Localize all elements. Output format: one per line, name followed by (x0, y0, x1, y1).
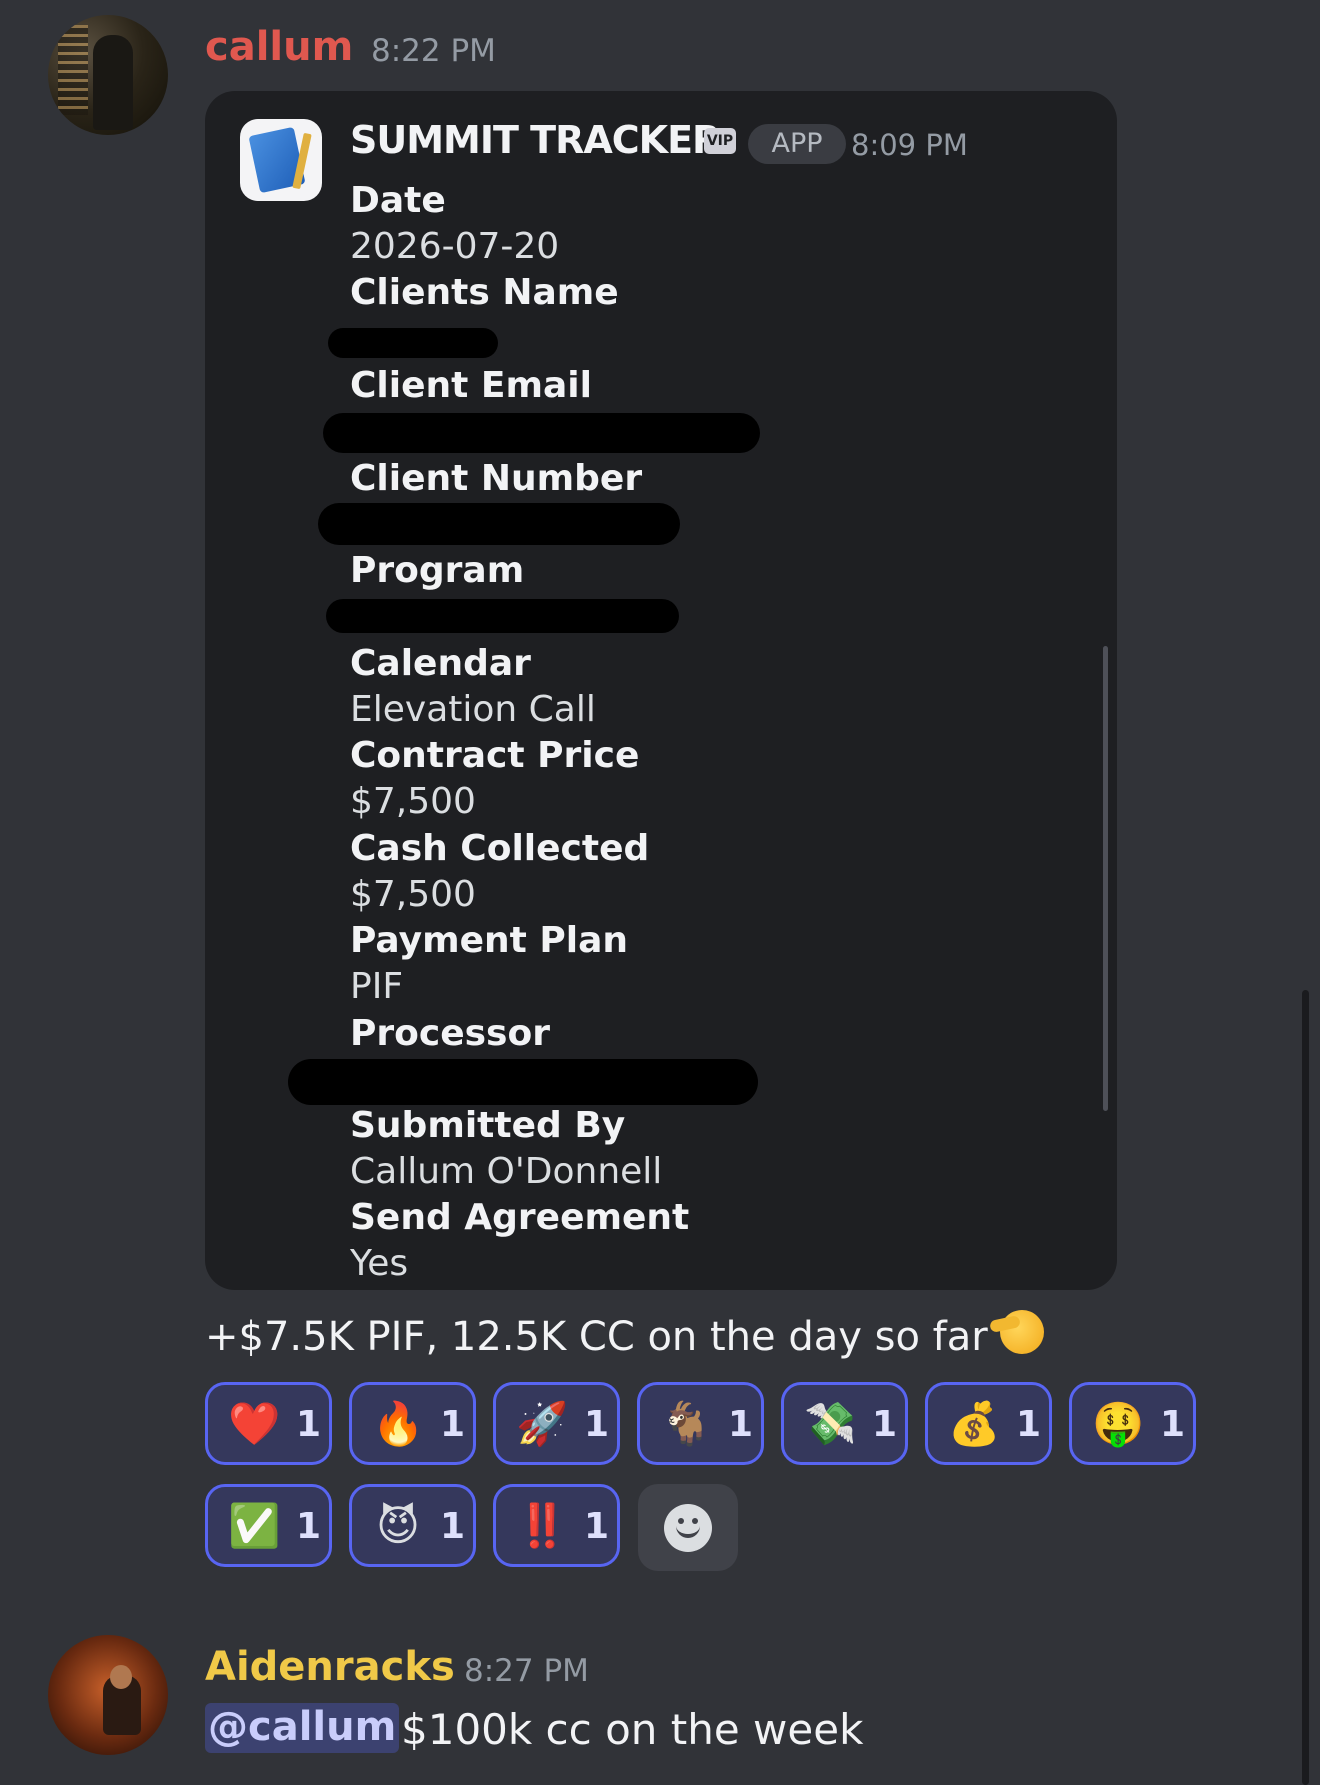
message-author[interactable]: callum (205, 27, 353, 67)
aidenracks-avatar[interactable] (48, 1635, 168, 1755)
vip-badge: VIP (704, 128, 736, 154)
reaction-check-mark-button[interactable]: ✅ 1 (205, 1484, 332, 1567)
reaction-count: 1 (584, 1506, 610, 1547)
message-text: $100k cc on the week (401, 1705, 864, 1754)
reaction-money-mouth-face[interactable]: 🤑 1 (1069, 1382, 1196, 1465)
field-label-calendar: Calendar (350, 643, 531, 684)
reaction-money-bag[interactable]: 💰 1 (925, 1382, 1052, 1465)
app-name[interactable]: SUMMIT TRACKER (350, 121, 721, 159)
field-value-payment-plan: PIF (350, 966, 404, 1007)
field-label-client-email: Client Email (350, 365, 592, 406)
summit-tracker-embed: SUMMIT TRACKER VIP APP 8:09 PM Date 2026… (205, 91, 1117, 1290)
field-label-cash-collected: Cash Collected (350, 828, 650, 869)
reaction-count: 1 (440, 1506, 466, 1547)
callum-avatar[interactable] (48, 15, 168, 135)
reaction-count: 1 (1160, 1404, 1186, 1445)
embed-scrollbar[interactable] (1103, 646, 1108, 1111)
field-label-clients-name: Clients Name (350, 272, 619, 313)
money-mouth-face-icon: 🤑 (1092, 1399, 1145, 1448)
reaction-count: 1 (872, 1404, 898, 1445)
add-reaction-button[interactable] (638, 1484, 738, 1571)
goat-icon: 🐐 (660, 1399, 713, 1448)
reaction-count: 1 (296, 1404, 322, 1445)
message-timestamp: 8:22 PM (371, 33, 496, 69)
field-value-calendar: Elevation Call (350, 689, 596, 730)
reaction-smiling-devil[interactable]: 😈 1 (349, 1484, 476, 1567)
reaction-goat[interactable]: 🐐 1 (637, 1382, 764, 1465)
chat-scrollbar[interactable] (1302, 990, 1309, 1785)
message-text-content: +$7.5K PIF, 12.5K CC on the day so far (205, 1314, 988, 1360)
field-label-date: Date (350, 180, 446, 221)
reaction-count: 1 (1016, 1404, 1042, 1445)
field-value-cash-collected: $7,500 (350, 874, 476, 915)
field-label-contract-price: Contract Price (350, 735, 640, 776)
field-label-processor: Processor (350, 1013, 550, 1054)
smiling-devil-icon: 😈 (376, 1501, 420, 1550)
saluting-face-icon (988, 1306, 1044, 1358)
field-label-submitted-by: Submitted By (350, 1105, 626, 1146)
fire-icon: 🔥 (372, 1399, 425, 1448)
add-reaction-icon (664, 1504, 712, 1552)
double-exclamation-icon: ‼️ (516, 1501, 569, 1550)
reaction-fire[interactable]: 🔥 1 (349, 1382, 476, 1465)
reaction-count: 1 (728, 1404, 754, 1445)
redaction-mark (323, 413, 760, 453)
red-heart-icon: ❤️ (228, 1399, 281, 1448)
reaction-money-with-wings[interactable]: 💸 1 (781, 1382, 908, 1465)
redaction-mark (288, 1059, 758, 1105)
app-badge: APP (748, 124, 846, 164)
field-value-date: 2026-07-20 (350, 226, 560, 267)
field-label-client-number: Client Number (350, 458, 643, 499)
redaction-mark (318, 503, 680, 545)
field-label-send-agreement: Send Agreement (350, 1197, 690, 1238)
redaction-mark (328, 328, 498, 358)
message-timestamp: 8:27 PM (464, 1653, 589, 1689)
field-label-program: Program (350, 550, 525, 591)
field-label-payment-plan: Payment Plan (350, 920, 629, 961)
reaction-rocket[interactable]: 🚀 1 (493, 1382, 620, 1465)
message-text: +$7.5K PIF, 12.5K CC on the day so far (205, 1306, 1044, 1360)
field-value-contract-price: $7,500 (350, 781, 476, 822)
reaction-red-heart[interactable]: ❤️ 1 (205, 1382, 332, 1465)
field-value-send-agreement: Yes (350, 1243, 409, 1284)
embed-timestamp: 8:09 PM (851, 128, 968, 162)
field-value-submitted-by: Callum O'Donnell (350, 1151, 663, 1192)
summit-tracker-app-icon[interactable] (240, 119, 322, 201)
money-bag-icon: 💰 (948, 1399, 1001, 1448)
redaction-mark (326, 599, 679, 633)
reaction-count: 1 (296, 1506, 322, 1547)
message-author[interactable]: Aidenracks (205, 1647, 455, 1687)
check-mark-button-icon: ✅ (228, 1501, 281, 1550)
rocket-icon: 🚀 (516, 1399, 569, 1448)
reaction-count: 1 (440, 1404, 466, 1445)
reaction-double-exclamation[interactable]: ‼️ 1 (493, 1484, 620, 1567)
user-mention[interactable]: @callum (205, 1703, 400, 1753)
reaction-count: 1 (584, 1404, 610, 1445)
money-with-wings-icon: 💸 (804, 1399, 857, 1448)
